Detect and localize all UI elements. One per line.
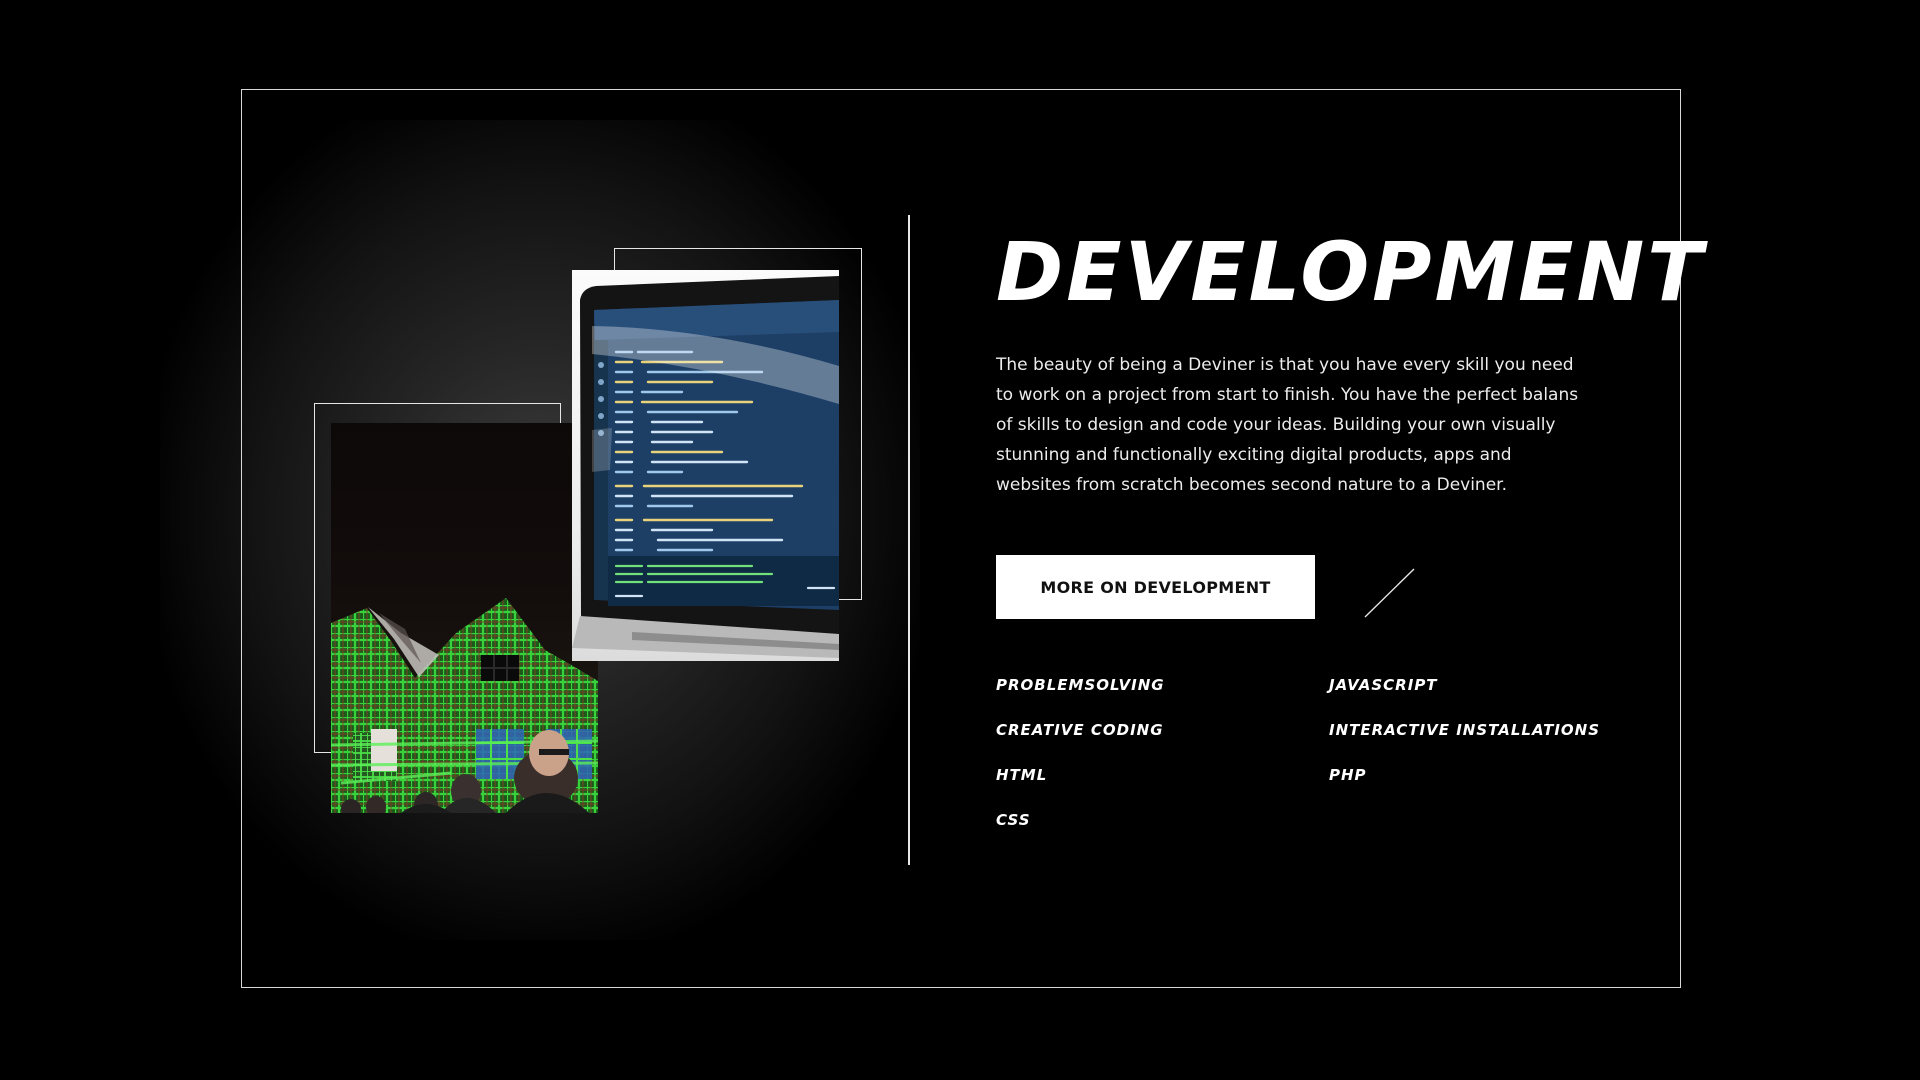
skill-item-html: HTML xyxy=(996,766,1048,784)
skill-item-problemsolving: PROBLEMSOLVING xyxy=(996,676,1165,694)
vertical-divider xyxy=(908,215,910,865)
skill-item-css: CSS xyxy=(996,811,1031,829)
projection-house-image xyxy=(331,598,598,813)
skill-item-php: PHP xyxy=(1329,766,1367,784)
projection-house-photo xyxy=(331,423,598,813)
skills-list: PROBLEMSOLVING JAVASCRIPT CREATIVE CODIN… xyxy=(996,672,1636,834)
skill-item-interactive-installations: INTERACTIVE INSTALLATIONS xyxy=(1329,721,1601,739)
diagonal-slash-icon xyxy=(1364,568,1415,618)
skill-item-creative-coding: CREATIVE CODING xyxy=(996,721,1164,739)
skill-item-javascript: JAVASCRIPT xyxy=(1329,676,1438,694)
section-title: DEVELOPMENT xyxy=(996,226,1706,320)
laptop-code-photo xyxy=(572,270,839,661)
more-on-development-button[interactable]: MORE ON DEVELOPMENT xyxy=(996,555,1315,619)
section-description: The beauty of being a Deviner is that yo… xyxy=(996,355,1579,495)
page: DEVELOPMENT The beauty of being a Devine… xyxy=(0,0,1920,1080)
laptop-code-image xyxy=(572,276,839,658)
